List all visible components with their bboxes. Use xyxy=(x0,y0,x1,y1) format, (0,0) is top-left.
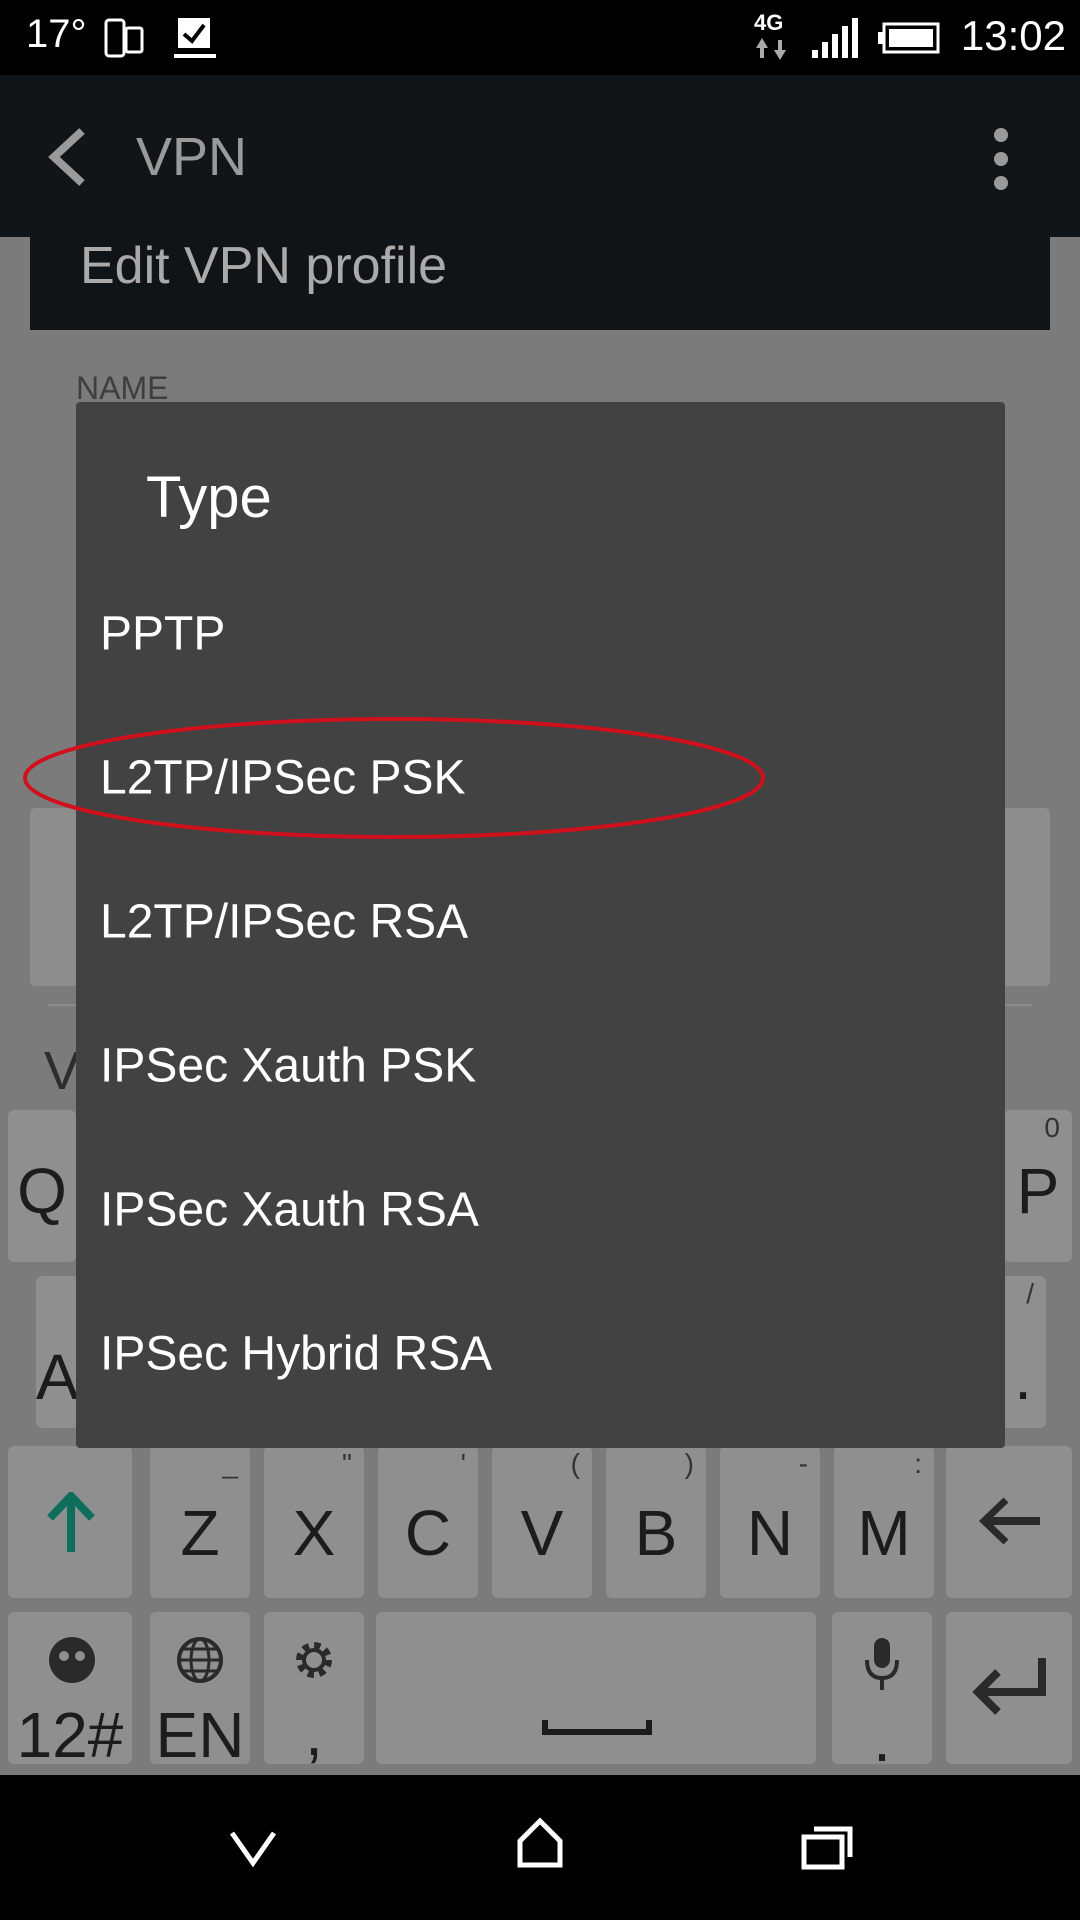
microphone-key[interactable]: . xyxy=(832,1612,932,1775)
option-label: PPTP xyxy=(100,607,226,661)
key-v[interactable]: ( V xyxy=(492,1446,592,1598)
emoji-numbers-key[interactable]: 12# xyxy=(8,1612,132,1771)
option-pptp[interactable]: PPTP xyxy=(76,562,1005,706)
page-title: Edit VPN profile xyxy=(80,237,448,295)
key-label: , xyxy=(305,1697,323,1769)
highlight-ellipse xyxy=(23,717,765,839)
option-label: IPSec Xauth PSK xyxy=(100,1039,477,1093)
navigation-bar xyxy=(0,1775,1080,1920)
chevron-left-icon[interactable] xyxy=(46,127,90,187)
key-p: 0 P xyxy=(1004,1110,1072,1262)
space-bar-icon xyxy=(542,1720,652,1735)
language-key[interactable]: EN xyxy=(150,1612,250,1771)
key-c[interactable]: ' C xyxy=(378,1446,478,1598)
key-alt-label: : xyxy=(914,1448,922,1479)
key-alt-label: / xyxy=(1026,1278,1034,1309)
option-label: L2TP/IPSec RSA xyxy=(100,895,469,949)
key-q: Q xyxy=(8,1110,76,1262)
option-label: IPSec Xauth RSA xyxy=(100,1183,479,1237)
key-label: V xyxy=(520,1497,564,1569)
key-label: Q xyxy=(17,1155,67,1227)
key-alt-label: - xyxy=(798,1448,808,1479)
rotate-phone-icon xyxy=(104,18,144,58)
backspace-arrow-icon xyxy=(978,1497,1040,1545)
status-temperature: 17° xyxy=(26,12,87,56)
shift-key[interactable] xyxy=(8,1446,132,1598)
shift-arrow-icon xyxy=(47,1492,95,1552)
key-m[interactable]: : M xyxy=(834,1446,934,1598)
key-label: 12# xyxy=(16,1699,124,1771)
key-alt-label: ) xyxy=(684,1448,694,1479)
emoji-face-icon xyxy=(49,1637,95,1683)
action-bar-title: VPN xyxy=(136,127,248,187)
key-n[interactable]: - N xyxy=(720,1446,820,1598)
space-key[interactable] xyxy=(376,1612,816,1764)
partial-form-text: V xyxy=(44,1041,81,1101)
backspace-key[interactable] xyxy=(946,1446,1072,1598)
key-b[interactable]: ) B xyxy=(606,1446,706,1598)
option-ipsec-xauth-psk[interactable]: IPSec Xauth PSK xyxy=(76,994,1005,1138)
key-label: P xyxy=(1016,1155,1060,1227)
key-z[interactable]: _ Z xyxy=(150,1446,250,1598)
option-ipsec-hybrid-rsa[interactable]: IPSec Hybrid RSA xyxy=(76,1282,1005,1426)
home-icon[interactable] xyxy=(516,1817,564,1869)
nav-back-chevron-down-icon[interactable] xyxy=(228,1829,278,1869)
more-vert-icon[interactable] xyxy=(988,127,1014,191)
enter-arrow-icon xyxy=(972,1658,1046,1715)
key-alt-label: " xyxy=(342,1448,352,1479)
globe-icon xyxy=(177,1637,223,1683)
key-label: . xyxy=(1014,1341,1032,1413)
key-alt-label: ' xyxy=(460,1448,466,1479)
option-label: IPSec Hybrid RSA xyxy=(100,1327,493,1381)
key-label: C xyxy=(404,1497,452,1569)
key-label: X xyxy=(292,1497,336,1569)
battery-icon xyxy=(878,22,940,54)
recent-apps-icon[interactable] xyxy=(800,1823,856,1871)
enter-key[interactable] xyxy=(946,1612,1072,1764)
option-ipsec-xauth-rsa[interactable]: IPSec Xauth RSA xyxy=(76,1138,1005,1282)
key-label: A xyxy=(36,1341,79,1413)
key-label: B xyxy=(634,1497,678,1569)
gear-icon xyxy=(296,1642,332,1678)
key-label: Z xyxy=(180,1497,220,1569)
status-bar: 17° 4G 13:02 xyxy=(0,0,1080,75)
task-check-icon xyxy=(174,18,216,58)
signal-strength-icon xyxy=(812,18,858,58)
key-a: A xyxy=(36,1276,79,1428)
key-label: N xyxy=(746,1497,794,1569)
key-label: EN xyxy=(155,1699,245,1771)
status-time: 13:02 xyxy=(960,12,1066,59)
dialog-title: Type xyxy=(146,465,272,530)
data-arrows-icon xyxy=(756,38,786,60)
key-x[interactable]: " X xyxy=(264,1446,364,1598)
key-alt-label: _ xyxy=(222,1448,238,1479)
key-alt-label: 0 xyxy=(1044,1112,1060,1143)
option-l2tp-ipsec-rsa[interactable]: L2TP/IPSec RSA xyxy=(76,850,1005,994)
key-period: / . xyxy=(1000,1276,1046,1428)
microphone-icon xyxy=(865,1638,899,1690)
key-label: M xyxy=(857,1497,911,1569)
settings-key[interactable]: , xyxy=(264,1612,364,1769)
key-alt-label: ( xyxy=(570,1448,580,1479)
key-label: . xyxy=(873,1703,891,1775)
network-type-label: 4G xyxy=(754,10,784,35)
